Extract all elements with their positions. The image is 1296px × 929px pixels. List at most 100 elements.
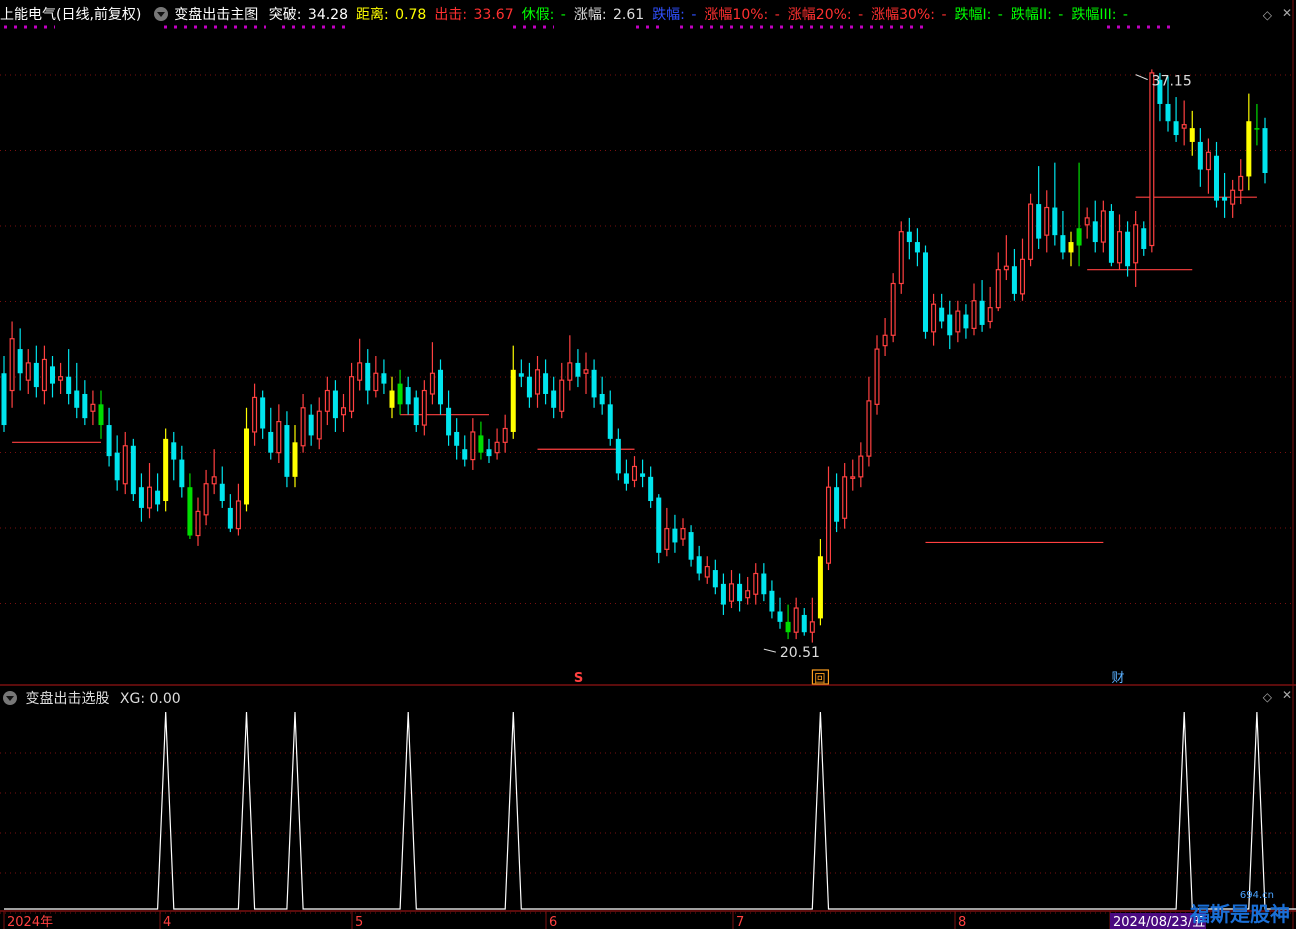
candle-body [559,379,565,412]
candle-body [1213,155,1220,201]
candle-body [235,500,241,530]
candle-body [462,449,468,460]
candle-body [720,583,726,605]
candle-body [163,438,169,502]
header-item-label: 出击: [434,7,472,23]
xg-label: XG: [119,691,150,707]
header-item-label: 跌幅I: [954,7,996,23]
sub-expand-icon[interactable]: ◇ [1263,690,1272,704]
candle-body [745,590,751,599]
candle-body [300,407,306,447]
candle-body [486,449,492,457]
candle-body [357,362,363,381]
indicator-menu-icon[interactable] [153,7,168,21]
candle-body [648,476,654,502]
candle-body [809,621,815,633]
candle-body [1238,175,1244,191]
candle-body [397,383,403,405]
candle-body [922,252,929,332]
header-item-label: 涨幅: [573,7,612,23]
candle-body [179,459,185,488]
expand-icon[interactable]: ◇ [1263,8,1272,22]
candle-body [1028,203,1034,260]
candle-body [631,465,638,481]
candle-body [623,473,629,484]
candle-body [49,366,56,384]
header-item-label: 跌幅II: [1010,7,1057,23]
candle-body [1254,128,1260,130]
x-axis-label: 7 [736,915,744,929]
chart-stage: 37.15 20.51 S 回财 2024年 4 5 6 7 8 2024/08/23/五 上能电气… [0,0,1296,929]
header-item-value: - [1058,7,1064,23]
candle-body [58,376,64,381]
s-marker: S [574,671,583,686]
sub-header: 变盘出击选股 XG: 0.00 [0,688,181,708]
candle-body [866,400,872,457]
candle-body [268,431,274,453]
candle-body [543,373,549,394]
candle-body [1246,121,1252,177]
candle-body [1060,235,1066,253]
candle-body [801,614,807,633]
candle-body [817,556,823,619]
sub-indicator-menu-icon[interactable] [3,691,17,705]
candle-body [324,389,330,412]
header-item-value: - [997,7,1003,23]
candle-body [1084,217,1090,226]
header-item-value: - [1122,7,1128,23]
header-item-label: 休假: [521,7,559,23]
candle-body [858,455,864,478]
candle-body [332,390,338,419]
candle-body [664,528,670,550]
candle-body [219,483,225,502]
close-icon[interactable]: ✕ [1282,6,1292,20]
candle-body [599,393,605,405]
candle-body [979,300,985,325]
header-item-value: 33.67 [473,7,514,23]
candle-body [1036,204,1042,239]
main-candlestick-chart[interactable]: 37.1520.51S 回财2024年 4 5 6 7 8 2024/08/23/五 [0,0,1296,929]
indicator-title: 变盘出击主图 [174,7,259,23]
candle-body [534,369,541,395]
candle-body [607,404,613,439]
stock-title: 上能电气(日线,前复权) [0,7,142,23]
candle-body [292,442,298,477]
candle-body [74,390,80,408]
low-annotation-arrow [763,648,776,653]
candle-body [1181,124,1187,129]
cai-marker: 财 [1112,671,1125,686]
candle-body [17,349,23,374]
header-item-value: 0.78 [395,7,427,23]
candle-body [947,314,953,336]
candle-body [1,373,7,426]
candle-body [25,362,31,381]
header-item-label: 跌幅III: [1071,7,1121,23]
candle-body [567,362,573,381]
candle-body [373,372,379,392]
candle-body [575,362,581,377]
candle-body [470,431,476,461]
candle-body [939,307,945,322]
candle-body [284,425,290,477]
candle-body [737,583,743,602]
candle-body [1133,224,1139,264]
candle-body [494,441,500,454]
sub-close-icon[interactable]: ✕ [1282,688,1292,702]
candle-body [753,572,759,595]
candle-body [33,362,39,388]
candle-body [114,452,120,481]
candle-body [316,410,322,440]
header-item-value: - [941,7,947,23]
candle-body [518,373,524,377]
candle-body [1149,72,1155,247]
candle-body [82,393,88,419]
candle-body [308,414,314,436]
candle-body [1173,121,1179,136]
candle-body [9,338,15,392]
candle-body [66,376,72,394]
candle-body [591,369,597,398]
candle-body [187,487,193,536]
candle-body [446,407,452,436]
x-axis-label: 6 [549,915,557,929]
x-axis-label: 8 [958,915,966,929]
